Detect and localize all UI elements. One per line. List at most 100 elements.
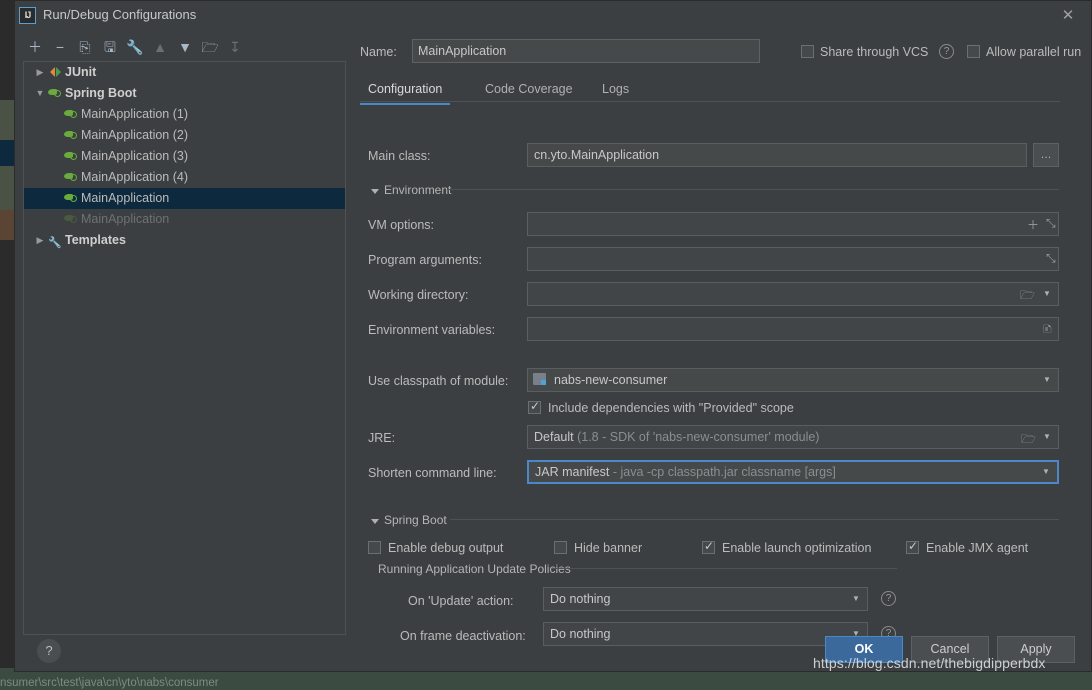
main-class-browse-button[interactable]: …: [1033, 143, 1059, 167]
editor-tabs: Configuration Code Coverage Logs: [359, 76, 1060, 105]
environment-collapse-icon[interactable]: [371, 189, 379, 194]
save-configuration-button[interactable]: 🖫: [98, 35, 122, 59]
help-icon[interactable]: ?: [37, 639, 61, 663]
spring-boot-collapse-icon[interactable]: [371, 519, 379, 524]
close-icon[interactable]: ✕: [1053, 5, 1083, 27]
checkbox-hide-banner-label: Hide banner: [574, 541, 643, 555]
program-arguments-expand-icon[interactable]: ⤡: [1046, 251, 1056, 266]
tree-item-label: Templates: [65, 233, 126, 247]
environment-section-title: Environment: [384, 183, 452, 197]
tabs-divider: [360, 101, 1060, 102]
on-update-action-combo[interactable]: Do nothing ▼: [543, 587, 868, 611]
shorten-dropdown-icon[interactable]: ▼: [1035, 461, 1057, 483]
spring-boot-icon: [64, 212, 78, 225]
main-class-value: cn.yto.MainApplication: [534, 148, 660, 162]
tree-group-junit[interactable]: ▶ JUnit: [24, 62, 345, 83]
junit-icon: [48, 65, 62, 78]
vm-options-add-icon[interactable]: ＋: [1027, 216, 1039, 233]
share-through-vcs-label: Share through VCS: [820, 45, 929, 59]
configuration-editor-panel: Name: Share through VCS ? Allow parallel…: [359, 31, 1085, 646]
on-update-help-icon[interactable]: ?: [881, 591, 896, 606]
jre-label: JRE:: [368, 431, 396, 445]
shorten-command-line-combo[interactable]: JAR manifest - java -cp classpath.jar cl…: [527, 460, 1059, 484]
tree-group-templates[interactable]: ▶ 🔧 Templates: [24, 230, 345, 251]
remove-configuration-button[interactable]: −: [48, 35, 72, 59]
chevron-right-icon[interactable]: ▶: [32, 230, 48, 251]
working-directory-field[interactable]: [527, 282, 1059, 306]
use-classpath-of-module-value: nabs-new-consumer: [554, 373, 668, 387]
main-class-field[interactable]: cn.yto.MainApplication: [527, 143, 1027, 167]
tree-item-mainapplication-3[interactable]: MainApplication (3): [24, 146, 345, 167]
classpath-dropdown-icon[interactable]: ▼: [1036, 369, 1058, 391]
watermark-text: https://blog.csdn.net/thebigdipperbdx: [813, 655, 1046, 671]
checkbox-include-provided-scope[interactable]: [528, 399, 541, 414]
jre-folder-icon[interactable]: 🗁: [1021, 430, 1036, 451]
tree-item-label: MainApplication (4): [81, 170, 188, 184]
environment-variables-edit-icon[interactable]: 🗈: [1043, 320, 1052, 341]
name-label: Name:: [360, 45, 397, 59]
tree-item-mainapplication-temporary[interactable]: MainApplication: [24, 209, 345, 230]
intellij-idea-icon: IJ: [19, 7, 36, 24]
checkbox-allow-parallel-run[interactable]: [967, 45, 980, 58]
tree-item-mainapplication-1[interactable]: MainApplication (1): [24, 104, 345, 125]
shorten-command-line-value: JAR manifest - java -cp classpath.jar cl…: [535, 465, 836, 479]
checkbox-hide-banner[interactable]: [554, 541, 567, 554]
jre-hint: (1.8 - SDK of 'nabs-new-consumer' module…: [577, 430, 820, 444]
name-input[interactable]: [412, 39, 760, 63]
tree-group-spring-boot[interactable]: ▼ Spring Boot: [24, 83, 345, 104]
vm-options-expand-icon[interactable]: ⤡: [1046, 216, 1056, 231]
tree-item-label: MainApplication (2): [81, 128, 188, 142]
shorten-command-line-label: Shorten command line:: [368, 466, 497, 480]
program-arguments-field[interactable]: [527, 247, 1059, 271]
tree-item-label: Spring Boot: [65, 86, 137, 100]
dialog-title: Run/Debug Configurations: [43, 7, 197, 22]
sort-alphabetically-button[interactable]: ↧: [223, 35, 247, 59]
spring-boot-icon: [64, 107, 78, 120]
vm-options-field[interactable]: [527, 212, 1059, 236]
tree-item-label: MainApplication: [81, 191, 170, 205]
spring-boot-icon: [48, 86, 62, 99]
environment-section-line: [447, 189, 1059, 190]
share-help-icon[interactable]: ?: [939, 44, 954, 59]
edit-templates-button[interactable]: 🔧: [123, 35, 147, 59]
checkbox-enable-jmx-agent[interactable]: [906, 539, 919, 554]
move-up-button[interactable]: ▲: [148, 35, 172, 59]
working-directory-folder-icon[interactable]: 🗁: [1020, 286, 1035, 307]
configurations-tree[interactable]: ▶ JUnit ▼ Spring Boot MainApplication (1) Mai…: [23, 61, 346, 635]
on-update-action-label: On 'Update' action:: [408, 594, 514, 608]
jre-combo[interactable]: Default (1.8 - SDK of 'nabs-new-consumer…: [527, 425, 1059, 449]
chevron-right-icon[interactable]: ▶: [32, 62, 48, 83]
on-update-dropdown-icon[interactable]: ▼: [845, 588, 867, 610]
add-configuration-button[interactable]: ＋: [23, 35, 47, 59]
tree-item-mainapplication-2[interactable]: MainApplication (2): [24, 125, 345, 146]
jre-dropdown-icon[interactable]: ▼: [1036, 426, 1058, 448]
copy-configuration-button[interactable]: ⎘: [73, 35, 97, 59]
checkbox-enable-launch-optimization[interactable]: [702, 539, 715, 554]
tab-code-coverage[interactable]: Code Coverage: [485, 76, 573, 102]
new-folder-button[interactable]: 🗁: [198, 35, 222, 59]
background-marker-selected: [0, 140, 14, 166]
dialog-titlebar: IJ Run/Debug Configurations ✕: [15, 1, 1091, 31]
include-provided-scope-label: Include dependencies with "Provided" sco…: [548, 401, 794, 415]
chevron-down-icon[interactable]: ▼: [32, 83, 48, 104]
working-directory-dropdown-icon[interactable]: ▼: [1036, 283, 1058, 305]
spring-boot-icon: [64, 191, 78, 204]
use-classpath-of-module-combo[interactable]: nabs-new-consumer ▼: [527, 368, 1059, 392]
spring-boot-section-line: [450, 519, 1059, 520]
tree-item-mainapplication-selected[interactable]: MainApplication: [24, 188, 345, 209]
move-down-button[interactable]: ▼: [173, 35, 197, 59]
checkbox-enable-debug-output-label: Enable debug output: [388, 541, 504, 555]
module-icon: [533, 373, 546, 385]
environment-variables-field[interactable]: [527, 317, 1059, 341]
checkbox-share-through-vcs[interactable]: [801, 45, 814, 58]
tab-logs[interactable]: Logs: [602, 76, 629, 102]
checkbox-enable-debug-output[interactable]: [368, 541, 381, 554]
program-arguments-label: Program arguments:: [368, 253, 482, 267]
spring-boot-icon: [64, 128, 78, 141]
on-update-action-value: Do nothing: [550, 592, 611, 606]
tab-configuration[interactable]: Configuration: [359, 76, 451, 105]
spring-boot-icon: [64, 149, 78, 162]
background-marker-2: [0, 166, 14, 210]
main-class-label: Main class:: [368, 149, 431, 163]
tree-item-mainapplication-4[interactable]: MainApplication (4): [24, 167, 345, 188]
